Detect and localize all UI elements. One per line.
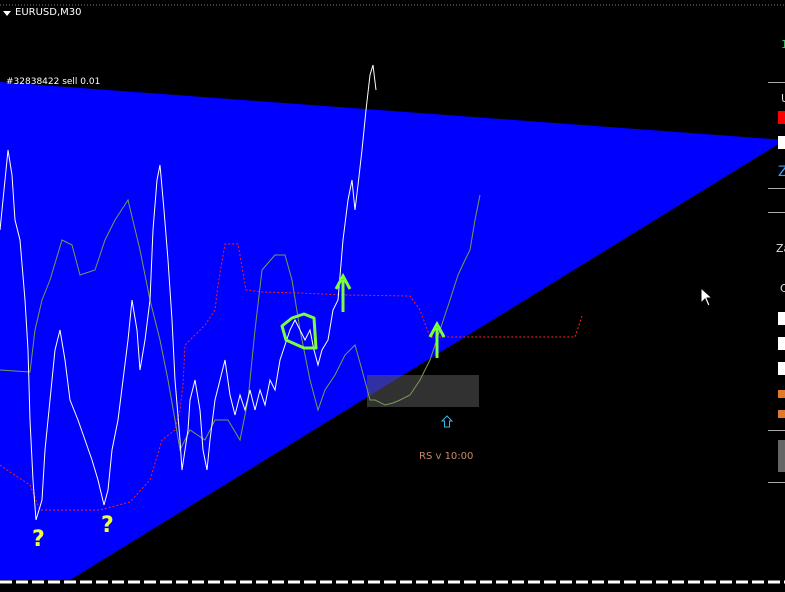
panel-label-z: Z	[778, 164, 785, 180]
panel-checkbox[interactable]	[778, 362, 785, 375]
panel-label-za: Za	[776, 242, 785, 255]
price-chart[interactable]	[0, 0, 785, 592]
panel-checkbox[interactable]	[778, 337, 785, 350]
panel-color-swatch-red[interactable]	[778, 111, 785, 124]
panel-divider	[768, 188, 785, 189]
panel-color-swatch-white[interactable]	[778, 136, 785, 149]
panel-orange-button[interactable]	[778, 390, 785, 398]
panel-divider	[768, 82, 785, 83]
up-arrow-outline-icon[interactable]	[440, 415, 454, 428]
question-mark-annotation: ?	[101, 513, 114, 538]
panel-label-c: C	[780, 282, 785, 295]
panel-orange-button[interactable]	[778, 410, 785, 418]
rectangle-object[interactable]	[367, 375, 479, 407]
chart-window[interactable]: EURUSD,M30 #32838422 sell 0.01 RS v 10:0…	[0, 0, 785, 592]
order-label: #32838422 sell 0.01	[6, 77, 101, 87]
panel-divider	[768, 430, 785, 431]
panel-label-u: U	[781, 92, 785, 105]
indicator-label: RS v 10:00	[419, 451, 474, 462]
panel-divider	[768, 212, 785, 213]
question-mark-annotation: ?	[32, 527, 45, 552]
panel-checkbox[interactable]	[778, 312, 785, 325]
time-axis	[0, 580, 785, 584]
panel-divider	[768, 482, 785, 483]
panel-gray-button[interactable]	[778, 440, 785, 472]
panel-label-top: 1	[781, 38, 785, 51]
mouse-pointer-icon	[700, 287, 714, 307]
